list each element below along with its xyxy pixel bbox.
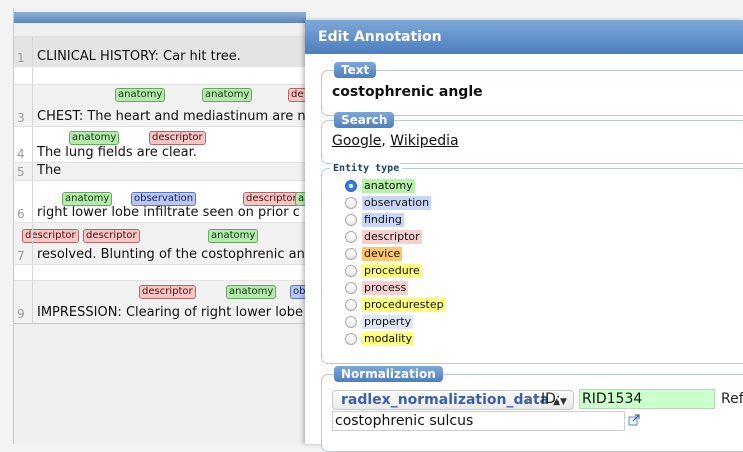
- doc-line-3[interactable]: anatomy anatomy de 3 CHEST: The heart an…: [14, 84, 306, 127]
- id-label: ID:: [541, 391, 561, 407]
- entity-type-label[interactable]: finding: [362, 213, 404, 227]
- annotation-tag[interactable]: anatomy: [62, 192, 113, 206]
- doc-line-7[interactable]: descriptor descriptor anatomy 7 resolved…: [14, 222, 306, 265]
- entity-type-label[interactable]: modality: [362, 332, 415, 346]
- entity-type-label[interactable]: device: [362, 247, 403, 261]
- radio-button[interactable]: [345, 180, 357, 192]
- line-separator: [32, 281, 33, 323]
- line-text[interactable]: The lung fields are clear.: [37, 145, 197, 160]
- ref-label: Ref:: [721, 391, 743, 407]
- doc-line-4[interactable]: anatomy descriptor 4 The lung fields are…: [14, 126, 306, 163]
- line-number: 7: [17, 249, 25, 263]
- line-separator: [32, 37, 33, 67]
- line-text[interactable]: IMPRESSION: Clearing of right lower lobe…: [37, 305, 306, 320]
- line-text[interactable]: CLINICAL HISTORY: Car hit tree.: [37, 49, 241, 64]
- line-separator: [32, 181, 33, 223]
- annotation-tag[interactable]: observation: [131, 192, 197, 206]
- line-separator: [32, 67, 33, 85]
- normalization-legend: Normalization: [334, 366, 443, 382]
- dialog-title[interactable]: Edit Annotation: [305, 20, 743, 54]
- annotation-tag[interactable]: ob: [290, 285, 306, 299]
- line-number: 6: [17, 207, 25, 221]
- document-pane: 1 CLINICAL HISTORY: Car hit tree. anatom…: [13, 8, 306, 444]
- doc-line-9[interactable]: descriptor anatomy ob 9 IMPRESSION: Clea…: [14, 280, 306, 324]
- line-text[interactable]: CHEST: The heart and mediastinum are nc: [37, 109, 306, 124]
- entity-type-label[interactable]: procedurestep: [362, 298, 446, 312]
- doc-line-2: [14, 66, 306, 85]
- annotation-tag[interactable]: anatomy: [226, 285, 277, 299]
- entity-type-fieldset: Entity type anatomy observation finding des…: [321, 163, 743, 364]
- line-separator: [32, 85, 33, 127]
- doc-line-6[interactable]: anatomy observation descriptor a 6 right…: [14, 180, 306, 223]
- radio-button[interactable]: [345, 316, 357, 328]
- annotation-tag[interactable]: de: [288, 88, 306, 102]
- line-separator: [32, 223, 33, 265]
- normalization-id-input[interactable]: RID1534: [579, 389, 715, 409]
- line-text[interactable]: resolved. Blunting of the costophrenic a…: [37, 247, 306, 262]
- text-legend: Text: [334, 62, 377, 78]
- normalization-db-value: radlex_normalization_data: [341, 392, 550, 408]
- edit-annotation-dialog: Edit Annotation Text costophrenic angle …: [305, 20, 743, 452]
- entity-type-label[interactable]: anatomy: [362, 179, 415, 193]
- line-separator: [32, 127, 33, 163]
- annotation-tag[interactable]: descriptor: [243, 192, 300, 206]
- document-header-bar: [14, 12, 306, 23]
- radio-button[interactable]: [345, 265, 357, 277]
- line-number: 3: [17, 111, 25, 125]
- external-link-icon[interactable]: [628, 414, 640, 426]
- entity-type-label[interactable]: property: [362, 315, 414, 329]
- doc-line-1[interactable]: 1 CLINICAL HISTORY: Car hit tree.: [14, 36, 306, 67]
- google-link[interactable]: Google: [332, 133, 381, 149]
- normalization-name-field[interactable]: costophrenic sulcus: [332, 411, 625, 431]
- entity-type-label[interactable]: process: [362, 281, 409, 295]
- line-number: 5: [17, 165, 25, 179]
- search-links: Google, Wikipedia: [332, 133, 459, 149]
- line-number: 1: [17, 51, 25, 65]
- normalization-db-select[interactable]: radlex_normalization_data ▲▼: [332, 390, 574, 410]
- radio-button[interactable]: [345, 248, 357, 260]
- search-fieldset: Search Google, Wikipedia: [321, 112, 743, 164]
- search-icon[interactable]: ⌕: [525, 392, 533, 408]
- annotation-tag[interactable]: descriptor: [149, 131, 206, 145]
- radio-button[interactable]: [345, 231, 357, 243]
- annotation-tag[interactable]: anatomy: [202, 88, 253, 102]
- annotation-tag[interactable]: descriptor: [22, 229, 79, 243]
- line-separator: [32, 163, 33, 181]
- radio-button[interactable]: [345, 333, 357, 345]
- line-separator: [32, 265, 33, 281]
- search-legend: Search: [334, 112, 395, 128]
- radio-button[interactable]: [345, 197, 357, 209]
- annotation-tag[interactable]: anatomy: [69, 131, 120, 145]
- text-fieldset: Text costophrenic angle: [321, 62, 743, 116]
- annotation-tag[interactable]: descriptor: [139, 285, 196, 299]
- line-text[interactable]: right lower lobe infiltrate seen on prio…: [37, 205, 300, 220]
- radio-button[interactable]: [345, 299, 357, 311]
- radio-button[interactable]: [345, 214, 357, 226]
- wikipedia-link[interactable]: Wikipedia: [390, 133, 458, 149]
- annotation-tag[interactable]: anatomy: [208, 229, 259, 243]
- doc-line-8: [14, 264, 306, 281]
- line-number: 9: [17, 307, 25, 321]
- annotation-tag[interactable]: anatomy: [115, 88, 166, 102]
- doc-line-5[interactable]: 5 The: [14, 162, 306, 181]
- entity-type-label[interactable]: procedure: [362, 264, 422, 278]
- entity-type-label[interactable]: descriptor: [362, 230, 422, 244]
- annotation-text-value: costophrenic angle: [332, 84, 483, 100]
- line-text[interactable]: The: [37, 163, 61, 178]
- entity-type-legend: Entity type: [330, 163, 403, 175]
- normalization-fieldset: Normalization radlex_normalization_data ▲…: [321, 366, 743, 452]
- radio-button[interactable]: [345, 282, 357, 294]
- entity-type-label[interactable]: observation: [362, 196, 432, 210]
- line-number: 4: [17, 147, 25, 161]
- annotation-tag[interactable]: descriptor: [83, 229, 140, 243]
